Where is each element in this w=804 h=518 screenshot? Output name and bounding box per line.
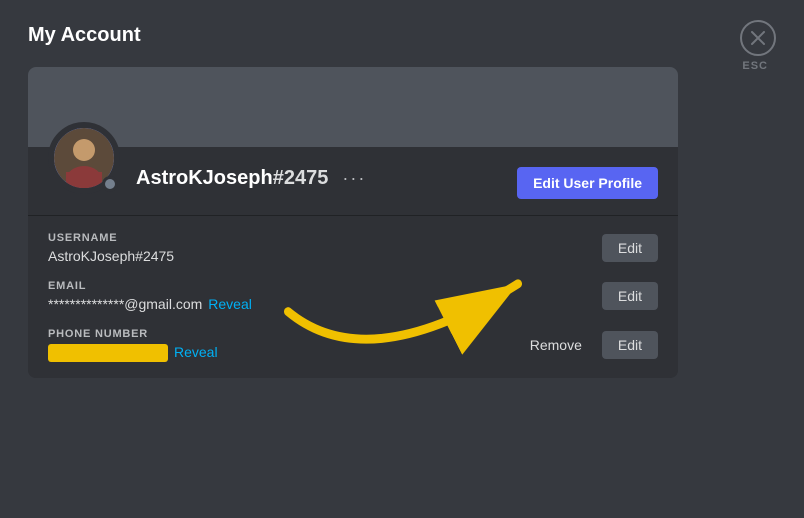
account-card: AstroKJoseph#2475 ··· Edit User Profile … [28, 67, 678, 378]
email-field-left: EMAIL **************@gmail.com Reveal [48, 280, 590, 312]
email-label: EMAIL [48, 280, 590, 292]
account-card-inner: AstroKJoseph#2475 ··· Edit User Profile … [28, 67, 678, 378]
profile-banner [28, 67, 678, 147]
email-edit-button[interactable]: Edit [602, 282, 658, 310]
phone-edit-button[interactable]: Edit [602, 331, 658, 359]
avatar-wrapper [48, 122, 120, 194]
profile-header: AstroKJoseph#2475 ··· Edit User Profile [28, 147, 678, 215]
page-title: My Account [28, 24, 776, 47]
email-field-row: EMAIL **************@gmail.com Reveal Edi… [48, 280, 658, 312]
phone-field-row: PHONE NUMBER Reveal Remove Edit [48, 328, 658, 362]
username-field-row: USERNAME AstroKJoseph#2475 Edit [48, 232, 658, 264]
phone-field-left: PHONE NUMBER Reveal [48, 328, 530, 362]
more-options-button[interactable]: ··· [338, 164, 370, 193]
username-value: AstroKJoseph#2475 [48, 248, 590, 264]
username-field-left: USERNAME AstroKJoseph#2475 [48, 232, 590, 264]
phone-remove-button[interactable]: Remove [530, 337, 582, 353]
username-label: USERNAME [48, 232, 590, 244]
close-button[interactable] [740, 20, 776, 56]
status-indicator [102, 176, 118, 192]
username-edit-button[interactable]: Edit [602, 234, 658, 262]
email-masked: **************@gmail.com [48, 296, 202, 312]
email-reveal-link[interactable]: Reveal [208, 296, 252, 312]
username-text: AstroKJoseph [136, 167, 273, 189]
email-value: **************@gmail.com Reveal [48, 296, 590, 312]
esc-label: ESC [742, 60, 768, 72]
fields-section: USERNAME AstroKJoseph#2475 Edit EMAIL **… [28, 215, 678, 378]
username-area: AstroKJoseph#2475 ··· Edit User Profile [136, 147, 658, 199]
phone-label: PHONE NUMBER [48, 328, 530, 340]
phone-reveal-link[interactable]: Reveal [174, 344, 218, 360]
username-display: AstroKJoseph#2475 [136, 167, 328, 190]
discriminator: #2475 [273, 167, 329, 189]
phone-masked [48, 344, 168, 362]
edit-profile-button[interactable]: Edit User Profile [517, 167, 658, 199]
account-settings-overlay: My Account ESC [0, 0, 804, 518]
phone-value: Reveal [48, 344, 530, 362]
